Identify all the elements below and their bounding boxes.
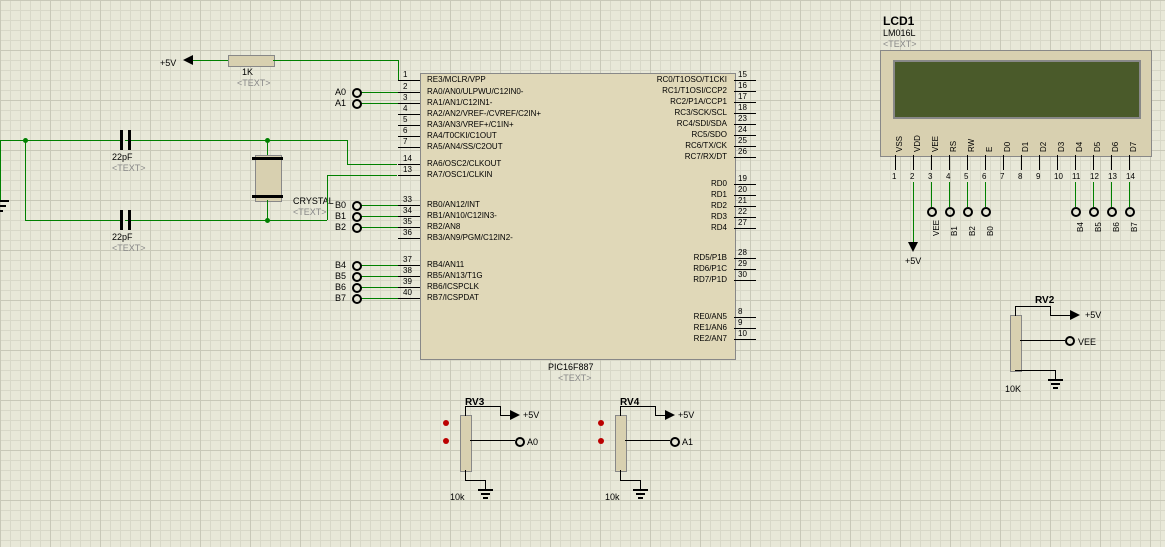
rv2-pot[interactable] [1010,315,1022,372]
rv2-net: VEE [1078,337,1096,347]
rv4-pwr-arrow[interactable] [665,410,675,420]
net-B5[interactable] [352,272,362,282]
c2-ph: <TEXT> [112,243,146,253]
rv3-dot1[interactable] [443,420,449,426]
lcd-net-B0[interactable] [981,207,991,217]
rv2-name: RV2 [1035,295,1054,306]
pwr-label: +5V [160,58,176,68]
net-B0[interactable] [352,201,362,211]
rv3-pwr-arrow[interactable] [510,410,520,420]
net-B2[interactable] [352,223,362,233]
lcd-net-B6[interactable] [1107,207,1117,217]
mcu-ph: <TEXT> [558,373,592,383]
pwr-arrow[interactable] [183,55,193,65]
rv4-net: A1 [682,437,693,447]
net-B1[interactable] [352,212,362,222]
r1-val: 1K [242,67,253,77]
rv3-dot2[interactable] [443,438,449,444]
rv3-pot[interactable] [460,415,472,472]
lcd-part: LM016L [883,28,916,38]
crystal-ph: <TEXT> [293,207,327,217]
rv4-pwr: +5V [678,410,694,420]
rv4-dot2[interactable] [598,438,604,444]
rv4-val: 10k [605,492,620,502]
lcd-net-VEE[interactable] [927,207,937,217]
rv2-vee-term[interactable] [1065,336,1075,346]
rv4-dot1[interactable] [598,420,604,426]
r1[interactable] [228,55,275,67]
c2-val: 22pF [112,232,133,242]
net-B7[interactable] [352,294,362,304]
c1-ph: <TEXT> [112,163,146,173]
r1-ph: <TEXT> [237,78,271,88]
lcd-ph: <TEXT> [883,39,917,49]
lcd-net-B2[interactable] [963,207,973,217]
lcd-pwr-arrow[interactable] [908,242,918,252]
net-A1[interactable] [352,99,362,109]
lcd-net-B5[interactable] [1089,207,1099,217]
rv2-pwr-arrow[interactable] [1070,310,1080,320]
rv3-pwr: +5V [523,410,539,420]
rv2-val: 10K [1005,384,1021,394]
lcd-net-B4[interactable] [1071,207,1081,217]
lcd-net-B1[interactable] [945,207,955,217]
c1-val: 22pF [112,152,133,162]
net-B4[interactable] [352,261,362,271]
rv4-pot[interactable] [615,415,627,472]
rv3-net-term[interactable] [515,437,525,447]
net-A0[interactable] [352,88,362,98]
lcd-net-B7[interactable] [1125,207,1135,217]
rv3-net: A0 [527,437,538,447]
lcd-name: LCD1 [883,14,914,28]
net-B6[interactable] [352,283,362,293]
rv3-val: 10k [450,492,465,502]
rv4-net-term[interactable] [670,437,680,447]
rv2-pwr: +5V [1085,310,1101,320]
lcd-screen [893,60,1141,119]
mcu-part: PIC16F887 [548,362,594,372]
